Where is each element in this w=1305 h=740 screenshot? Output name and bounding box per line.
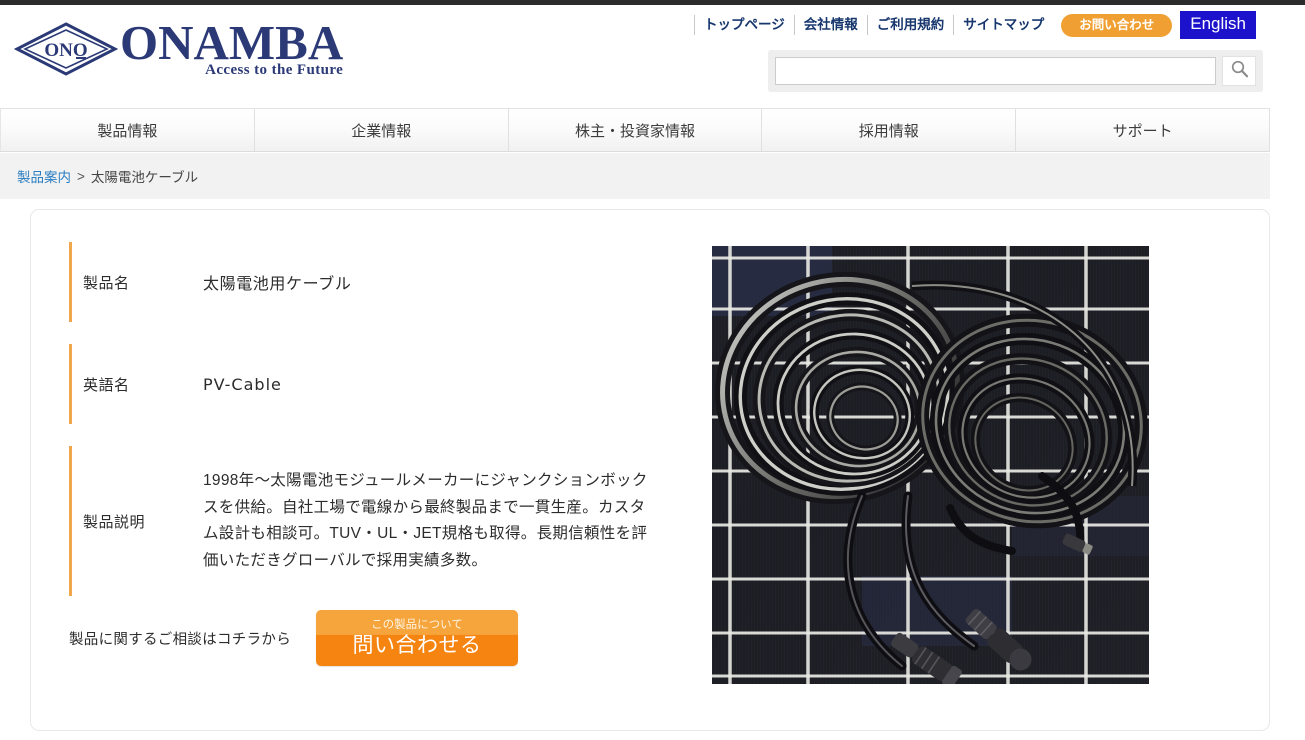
contact-button[interactable]: お問い合わせ (1061, 13, 1173, 37)
product-description-label: 製品説明 (83, 513, 146, 531)
language-button-english[interactable]: English (1180, 11, 1256, 39)
product-info-table: 製品名 太陽電池用ケーブル 英語名 PV-Cable 製品説明 1998年〜太陽… (69, 242, 689, 596)
logo-text-block: ONAMBA Access to the Future (120, 18, 343, 79)
product-english-label: 英語名 (83, 376, 130, 394)
accent-bar (69, 446, 72, 596)
contact-cta-area: 製品に関するご相談はコチラから この製品について 問い合わせる (69, 610, 518, 666)
nav-item-investors[interactable]: 株主・投資家情報 (509, 109, 763, 151)
product-name-value: 太陽電池用ケーブル (203, 276, 352, 293)
search-button[interactable] (1222, 56, 1256, 86)
inquiry-button-subtitle: この製品について (371, 619, 463, 631)
breadcrumb: 製品案内 > 太陽電池ケーブル (0, 153, 1270, 199)
logo-wordmark: ONAMBA (120, 15, 344, 70)
product-image (712, 246, 1149, 684)
product-row-name: 製品名 太陽電池用ケーブル (69, 242, 689, 322)
breadcrumb-current: 太陽電池ケーブル (90, 170, 199, 185)
main-navigation: 製品情報 企業情報 株主・投資家情報 採用情報 サポート (0, 108, 1270, 152)
product-detail-card: 製品名 太陽電池用ケーブル 英語名 PV-Cable 製品説明 1998年〜太陽… (30, 209, 1270, 731)
product-inquiry-button[interactable]: この製品について 問い合わせる (316, 610, 518, 666)
nav-item-support[interactable]: サポート (1016, 109, 1270, 151)
site-logo[interactable]: ONO ONAMBA Access to the Future (14, 18, 343, 79)
utility-link-sitemap[interactable]: サイトマップ (953, 15, 1053, 35)
product-name-label: 製品名 (83, 274, 130, 292)
utility-nav: トップページ 会社情報 ご利用規約 サイトマップ お問い合わせ English (693, 11, 1256, 39)
search-icon (1230, 59, 1249, 83)
utility-link-terms-of-use[interactable]: ご利用規約 (866, 15, 954, 35)
inquiry-button-label: 問い合わせる (352, 634, 482, 657)
product-row-english-name: 英語名 PV-Cable (69, 344, 689, 424)
page-root: ONO ONAMBA Access to the Future トップページ 会… (0, 0, 1305, 740)
utility-link-top-page[interactable]: トップページ (693, 15, 794, 35)
breadcrumb-separator: > (77, 168, 85, 184)
product-description-value: 1998年〜太陽電池モジュールメーカーにジャンクションボックスを供給。自社工場で… (203, 472, 648, 569)
nav-item-company[interactable]: 企業情報 (255, 109, 509, 151)
nav-item-products[interactable]: 製品情報 (0, 109, 255, 151)
nav-item-recruit[interactable]: 採用情報 (762, 109, 1017, 151)
accent-bar (69, 344, 72, 424)
utility-link-company-info[interactable]: 会社情報 (793, 15, 867, 35)
diamond-logo-icon: ONO (14, 21, 118, 76)
search-container (768, 50, 1263, 92)
accent-bar (69, 242, 72, 322)
product-row-description: 製品説明 1998年〜太陽電池モジュールメーカーにジャンクションボックスを供給。… (69, 446, 689, 596)
site-header: ONO ONAMBA Access to the Future トップページ 会… (0, 5, 1305, 105)
contact-cta-text: 製品に関するご相談はコチラから (69, 631, 291, 648)
breadcrumb-link-products[interactable]: 製品案内 (17, 166, 71, 186)
product-english-value: PV-Cable (203, 374, 282, 394)
search-input[interactable] (775, 57, 1216, 85)
